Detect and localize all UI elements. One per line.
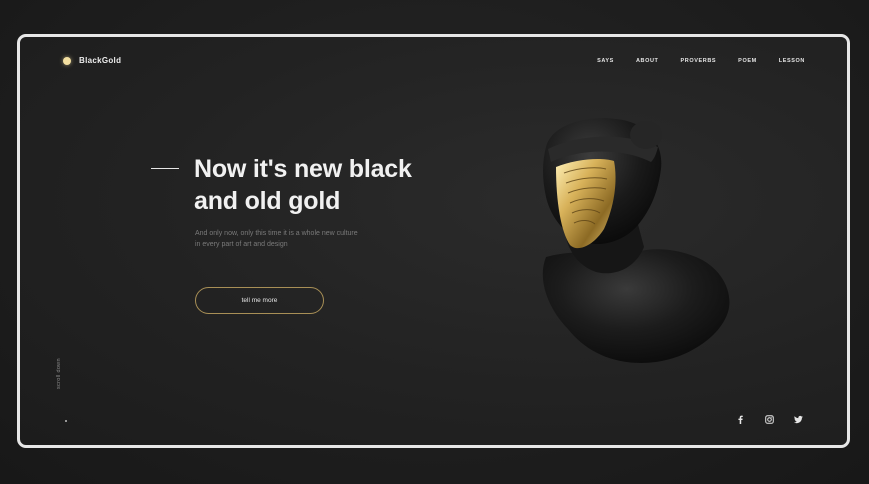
main-nav: SAYS ABOUT PROVERBS POEM LESSON	[575, 58, 805, 64]
hero-title-line-2: and old gold	[194, 187, 341, 215]
hero-subtitle-line-1: And only now, only this time it is a who…	[195, 230, 358, 237]
gold-mask-bust-image	[542, 118, 730, 363]
instagram-icon[interactable]	[762, 412, 776, 426]
nav-item-lesson[interactable]: LESSON	[779, 58, 805, 64]
hero-subtitle-line-2: in every part of art and design	[195, 240, 288, 248]
twitter-icon[interactable]	[791, 412, 805, 426]
nav-item-proverbs[interactable]: PROVERBS	[681, 58, 717, 64]
brand-name: BlackGold	[79, 56, 122, 65]
brand-logo[interactable]: BlackGold	[63, 56, 121, 65]
nav-item-says[interactable]: SAYS	[597, 58, 614, 64]
hero-subtitle: And only now, only this time it is a who…	[195, 229, 405, 250]
nav-item-poem[interactable]: POEM	[738, 58, 757, 64]
hero-title: Now it's new black and old gold	[194, 153, 464, 217]
hero-accent-line	[151, 168, 179, 169]
hero-title-line-1: Now it's new black	[194, 155, 412, 183]
page-backdrop: BlackGold SAYS ABOUT PROVERBS POEM LESSO…	[0, 0, 869, 484]
facebook-icon[interactable]	[733, 412, 747, 426]
nav-item-about[interactable]: ABOUT	[636, 58, 659, 64]
scroll-down-label[interactable]: scroll down	[56, 358, 62, 389]
website-frame: BlackGold SAYS ABOUT PROVERBS POEM LESSO…	[17, 34, 850, 448]
scroll-indicator-dot	[65, 420, 67, 422]
tell-me-more-button[interactable]: tell me more	[195, 287, 324, 314]
logo-dot-icon	[63, 56, 71, 65]
social-links	[718, 412, 805, 426]
